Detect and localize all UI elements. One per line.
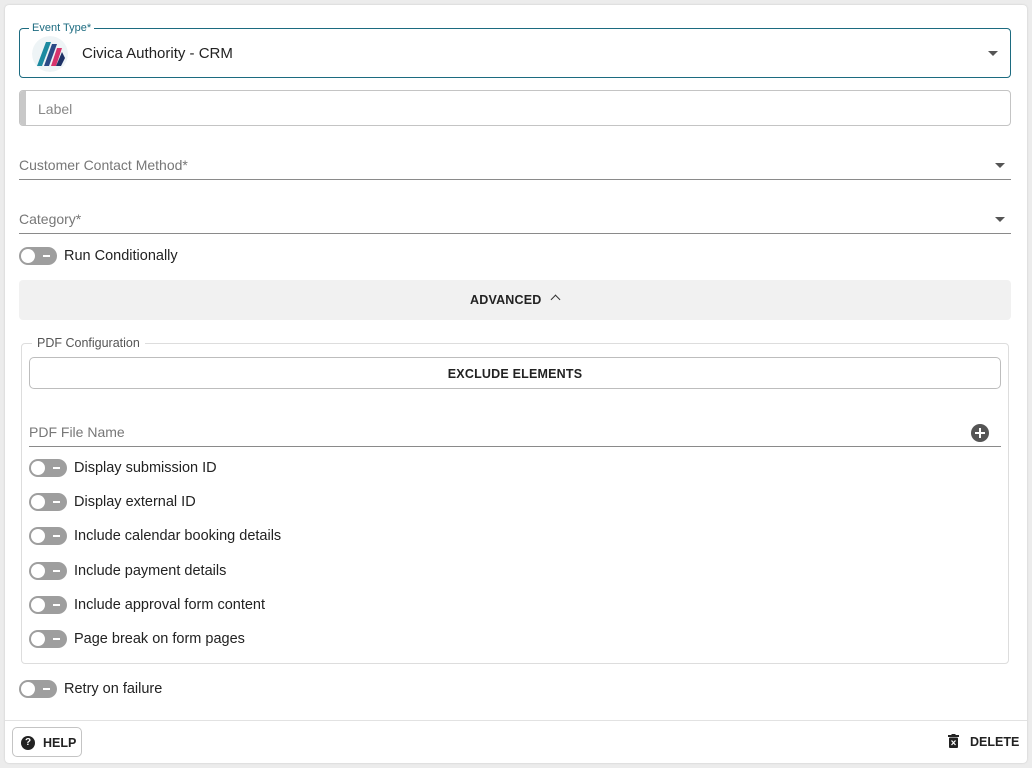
include-approval-form-toggle[interactable] [29,596,67,614]
run-conditionally-toggle[interactable] [19,247,57,265]
category-label: Category* [19,211,82,227]
chevron-down-icon[interactable] [988,51,998,56]
event-type-value: Civica Authority - CRM [82,45,233,62]
customer-contact-method-select[interactable]: Customer Contact Method* [19,150,1011,180]
exclude-elements-button[interactable]: EXCLUDE ELEMENTS [29,357,1001,389]
advanced-toggle-button[interactable]: ADVANCED [19,280,1011,320]
advanced-label: ADVANCED [470,293,542,307]
retry-on-failure-toggle[interactable] [19,680,57,698]
plus-circle-icon[interactable] [971,424,989,442]
label-input[interactable]: Label [19,90,1011,126]
event-type-select[interactable]: Event Type* Civica Authority - CRM [19,21,1011,78]
delete-label: DELETE [970,735,1020,749]
event-editor-panel: Event Type* Civica Authority - CRM Label… [5,5,1027,763]
category-select[interactable]: Category* [19,204,1011,234]
page-break-toggle[interactable] [29,630,67,648]
civica-logo-icon [32,36,68,72]
chevron-down-icon[interactable] [995,163,1005,168]
customer-contact-method-label: Customer Contact Method* [19,157,188,173]
display-submission-id-toggle[interactable] [29,459,67,477]
include-approval-form-label: Include approval form content [74,597,266,613]
include-payment-details-toggle[interactable] [29,562,67,580]
include-calendar-booking-label: Include calendar booking details [74,528,282,544]
exclude-elements-label: EXCLUDE ELEMENTS [447,367,583,381]
include-calendar-booking-toggle[interactable] [29,527,67,545]
chevron-up-icon [550,294,561,305]
include-payment-details-label: Include payment details [74,563,227,579]
help-label: HELP [43,736,77,750]
help-button[interactable]: ? HELP [12,727,82,757]
display-external-id-toggle[interactable] [29,493,67,511]
retry-on-failure-label: Retry on failure [64,681,163,697]
page-break-label: Page break on form pages [74,631,245,647]
pdf-file-name-label: PDF File Name [29,424,125,440]
pdf-file-name-field[interactable]: PDF File Name [29,417,1001,447]
pdf-configuration-legend: PDF Configuration [32,336,145,350]
run-conditionally-label: Run Conditionally [64,248,178,264]
question-circle-icon: ? [21,736,35,750]
event-type-legend: Event Type* [29,21,95,35]
label-input-indicator [20,91,26,125]
display-submission-id-label: Display submission ID [74,460,217,476]
trash-icon [948,734,959,748]
delete-button[interactable]: DELETE [942,729,1022,755]
display-external-id-label: Display external ID [74,494,196,510]
label-placeholder: Label [38,101,73,117]
footer-divider [5,720,1027,721]
chevron-down-icon[interactable] [995,217,1005,222]
